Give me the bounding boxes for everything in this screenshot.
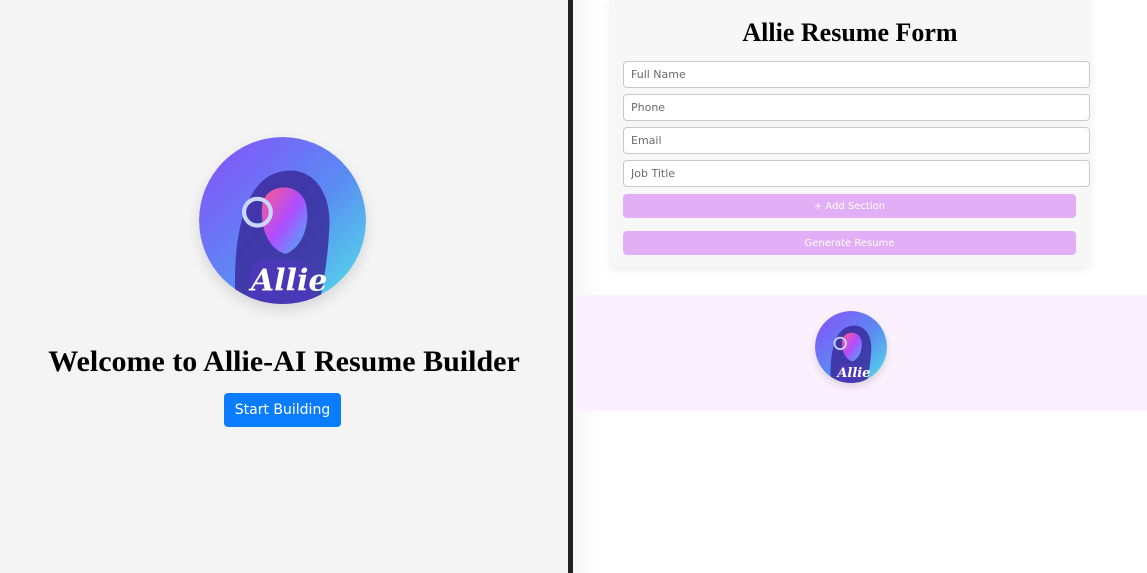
start-building-button[interactable]: Start Building [224, 393, 341, 427]
allie-avatar-logo: Allie [199, 137, 366, 304]
avatar-text: Allie [248, 264, 328, 299]
footer-allie-avatar: Allie [815, 311, 887, 383]
phone-field[interactable] [623, 94, 1090, 121]
app-window: Allie Welcome to Allie-AI Resume Builder… [0, 0, 1147, 573]
welcome-title: Welcome to Allie-AI Resume Builder [48, 345, 520, 378]
full-name-field[interactable] [623, 61, 1090, 88]
pane-shadow [573, 0, 603, 573]
add-section-button[interactable]: + Add Section [623, 194, 1076, 218]
generate-resume-button[interactable]: Generate Resume [623, 231, 1076, 255]
email-field[interactable] [623, 127, 1090, 154]
footer-avatar-text: Allie [835, 366, 870, 381]
job-title-field[interactable] [623, 160, 1090, 187]
form-title: Allie Resume Form [742, 18, 958, 47]
